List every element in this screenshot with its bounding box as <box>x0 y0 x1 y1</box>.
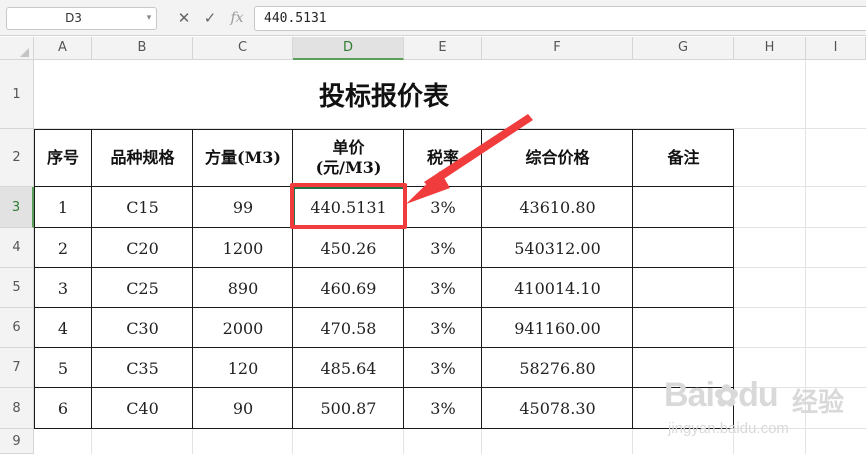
column-header-i[interactable]: I <box>806 37 866 60</box>
cell-qty[interactable]: 90 <box>193 388 293 429</box>
row-header-8[interactable]: 8 <box>0 388 34 429</box>
row-header-3[interactable]: 3 <box>0 187 34 228</box>
header-cell-spec[interactable]: 品种规格 <box>92 129 193 187</box>
cell-price[interactable]: 460.69 <box>293 268 404 308</box>
cell-spec[interactable]: C20 <box>92 228 193 268</box>
row-header-9[interactable]: 9 <box>0 429 34 454</box>
select-all-icon <box>20 48 29 57</box>
cell-tax[interactable]: 3% <box>404 388 482 429</box>
cell-price[interactable]: 500.87 <box>293 388 404 429</box>
cell-seq[interactable]: 4 <box>34 308 92 348</box>
cell-total[interactable]: 941160.00 <box>482 308 633 348</box>
cell-seq[interactable]: 3 <box>34 268 92 308</box>
cell-spec[interactable]: C15 <box>92 187 193 228</box>
cell-qty[interactable]: 1200 <box>193 228 293 268</box>
watermark-url: jingyan.baidu.com <box>668 420 789 437</box>
row-header-7[interactable]: 7 <box>0 348 34 388</box>
cell-tax[interactable]: 3% <box>404 228 482 268</box>
cell-price[interactable]: 485.64 <box>293 348 404 388</box>
column-header-e[interactable]: E <box>404 37 482 60</box>
header-cell-qty[interactable]: 方量(M3) <box>193 129 293 187</box>
cell-note[interactable] <box>633 228 734 268</box>
confirm-icon[interactable]: ✓ <box>200 8 220 28</box>
cell-spec[interactable]: C35 <box>92 348 193 388</box>
column-header-b[interactable]: B <box>92 37 193 60</box>
row-header-6[interactable]: 6 <box>0 308 34 348</box>
cell-tax[interactable]: 3% <box>404 308 482 348</box>
cell-seq[interactable]: 2 <box>34 228 92 268</box>
cell-note[interactable] <box>633 187 734 228</box>
fx-icon[interactable]: fx <box>227 8 247 28</box>
cell-spec[interactable]: C30 <box>92 308 193 348</box>
header-cell-price[interactable]: 单价 (元/M3) <box>293 129 404 187</box>
row-header-4[interactable]: 4 <box>0 228 34 268</box>
watermark-brand: Bai✿du <box>664 376 779 414</box>
cell-qty[interactable]: 120 <box>193 348 293 388</box>
column-header-d[interactable]: D <box>293 37 404 60</box>
cell-total[interactable]: 540312.00 <box>482 228 633 268</box>
chevron-down-icon[interactable]: ▾ <box>143 10 155 26</box>
cell-qty[interactable]: 2000 <box>193 308 293 348</box>
cell-tax[interactable]: 3% <box>404 348 482 388</box>
sheet-title[interactable]: 投标报价表 <box>34 60 734 129</box>
watermark-cn: 经验 <box>792 388 845 418</box>
row-header-2[interactable]: 2 <box>0 129 34 187</box>
cell-price[interactable]: 470.58 <box>293 308 404 348</box>
red-arrow-icon <box>406 114 533 204</box>
cell-note[interactable] <box>633 308 734 348</box>
paw-icon: ✿ <box>713 380 739 413</box>
cell-total[interactable]: 410014.10 <box>482 268 633 308</box>
row-header-1[interactable]: 1 <box>0 60 34 129</box>
cell-total[interactable]: 58276.80 <box>482 348 633 388</box>
highlight-box <box>290 183 407 229</box>
cell-note[interactable] <box>633 268 734 308</box>
header-cell-seq[interactable]: 序号 <box>34 129 92 187</box>
cell-qty[interactable]: 890 <box>193 268 293 308</box>
cell-spec[interactable]: C40 <box>92 388 193 429</box>
cell-spec[interactable]: C25 <box>92 268 193 308</box>
name-box[interactable]: D3 <box>6 7 157 30</box>
column-header-h[interactable]: H <box>734 37 806 60</box>
column-header-c[interactable]: C <box>193 37 293 60</box>
cell-price[interactable]: 450.26 <box>293 228 404 268</box>
row-header-5[interactable]: 5 <box>0 268 34 308</box>
formula-input[interactable]: 440.5131 <box>254 6 866 31</box>
cell-seq[interactable]: 6 <box>34 388 92 429</box>
cancel-icon[interactable]: ✕ <box>174 8 194 28</box>
column-header-g[interactable]: G <box>633 37 734 60</box>
cell-seq[interactable]: 5 <box>34 348 92 388</box>
cell-total[interactable]: 45078.30 <box>482 388 633 429</box>
cell-seq[interactable]: 1 <box>34 187 92 228</box>
header-cell-note[interactable]: 备注 <box>633 129 734 187</box>
cell-tax[interactable]: 3% <box>404 268 482 308</box>
cell-qty[interactable]: 99 <box>193 187 293 228</box>
baidu-watermark: Bai✿du 经验 jingyan.baidu.com <box>664 368 864 448</box>
column-header-a[interactable]: A <box>34 37 92 60</box>
column-header-f[interactable]: F <box>482 37 633 60</box>
